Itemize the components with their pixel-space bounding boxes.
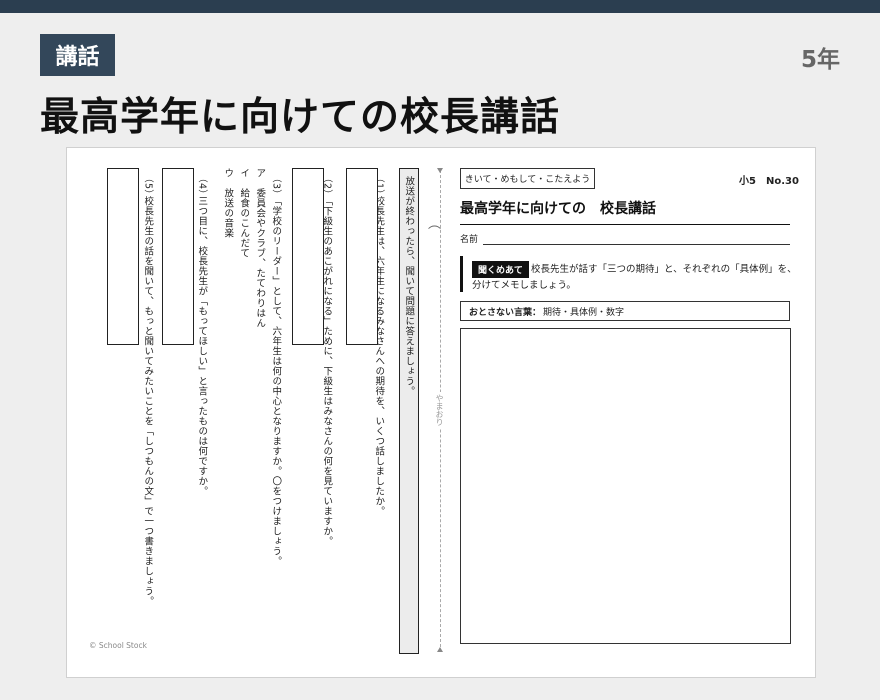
page-title: 最高学年に向けての校長講話 xyxy=(40,95,561,140)
goal-text-line-2: 分けてメモしましょう。 xyxy=(472,280,576,291)
fold-arrow-top-icon xyxy=(437,168,443,173)
fold-curve-icon: ⌒ xyxy=(428,226,442,241)
goal-label: 聞くめあて xyxy=(472,261,529,278)
key-words-text: 期待・具体例・数字 xyxy=(543,307,625,318)
question-text-4: 三つ目に、校長先生が「もってほしい」と言ったものは何ですか。 xyxy=(196,196,208,496)
answer-box-4 xyxy=(162,168,194,345)
name-label: 名前 xyxy=(460,235,479,245)
option-a: ア 委員会やクラブ、たてわりはん xyxy=(254,168,266,328)
grade-label: 5年 xyxy=(800,47,840,73)
question-text-5: 校長先生の話を聞いて、もっと聞いてみたいことを「しつもんの文」で一つ書きましょう… xyxy=(142,196,154,606)
answer-box-2 xyxy=(292,168,324,345)
answer-box-5 xyxy=(107,168,139,345)
category-tag: 講話 xyxy=(40,34,115,76)
fold-label: やまおり xyxy=(434,392,445,428)
fold-arrow-bottom-icon xyxy=(437,647,443,652)
worksheet-preview: 放送が終わったら、聞いて問題に答えましょう。 （1） 校長先生は、六年生になるみ… xyxy=(66,147,816,678)
goal-bar xyxy=(460,256,463,292)
answer-box-1 xyxy=(346,168,378,345)
goal-text-line-1: 校長先生が話す「三つの期待」と、それぞれの「具体例」を、 xyxy=(531,264,797,275)
name-field xyxy=(483,244,790,245)
option-u: ウ 放送の音楽 xyxy=(222,168,234,238)
top-bar xyxy=(0,0,880,13)
option-i: イ 給食のこんだて xyxy=(238,168,250,258)
key-words-label: おとさない言葉： xyxy=(469,307,542,318)
key-words-box: おとさない言葉： 期待・具体例・数字 xyxy=(460,301,790,321)
activity-tag: きいて・めもして・こたえよう xyxy=(460,168,595,189)
memo-area xyxy=(460,328,791,644)
copyright: © School Stock xyxy=(89,641,147,650)
instruction-text: 放送が終わったら、聞いて問題に答えましょう。 xyxy=(403,176,415,396)
worksheet-title: 最高学年に向けての 校長講話 xyxy=(460,198,790,225)
grade-number: 小5 No.30 xyxy=(739,176,799,187)
question-text-3: 「学校のリーダー」として、六年生は何の中心となりますか。〇をつけましょう。 xyxy=(270,196,282,566)
